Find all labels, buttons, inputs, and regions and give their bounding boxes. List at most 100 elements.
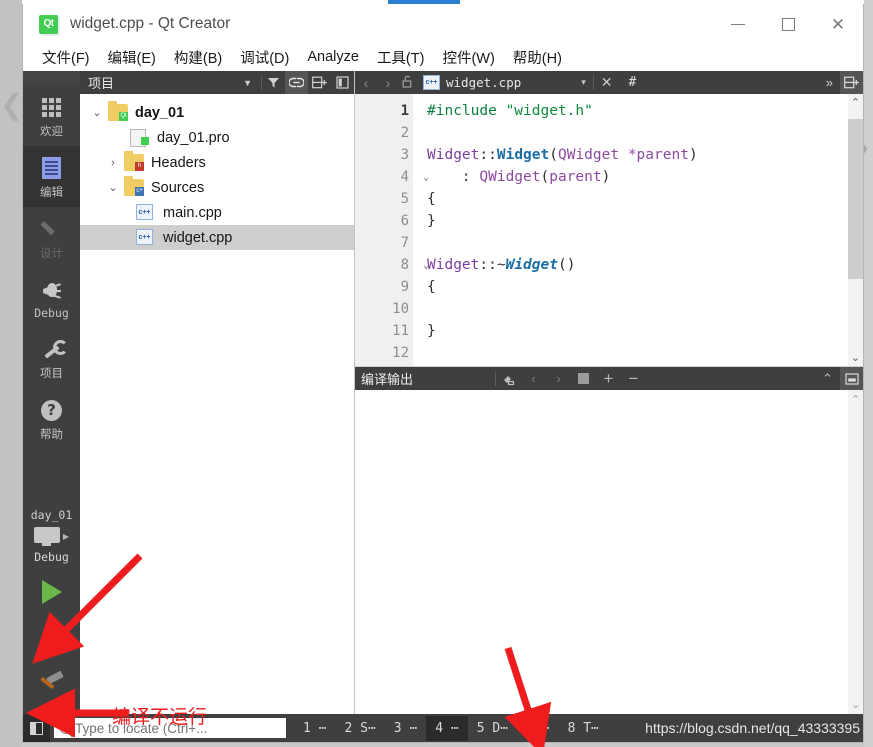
menu-debug[interactable]: 调试(D) [231, 45, 298, 70]
code-line[interactable] [427, 298, 863, 320]
mode-edit[interactable]: 编辑 [23, 146, 80, 207]
tree-item-label: main.cpp [163, 204, 222, 221]
scroll-track[interactable] [848, 111, 863, 349]
run-button[interactable] [23, 568, 80, 616]
menu-file[interactable]: 文件(F) [33, 45, 99, 70]
scroll-down-icon[interactable]: ⌄ [851, 698, 860, 711]
output-tab-3[interactable]: 3 ⋯ [385, 716, 426, 741]
unlock-icon[interactable] [399, 75, 417, 91]
mode-help[interactable]: ? 帮助 [23, 388, 80, 449]
tree-item-main-cpp[interactable]: c++ main.cpp [80, 200, 354, 225]
mode-design[interactable]: 设计 [23, 207, 80, 268]
qt-logo-icon: Qt [39, 14, 58, 34]
clear-icon[interactable] [496, 367, 521, 390]
scroll-up-icon[interactable]: ⌃ [851, 393, 860, 406]
split-add-icon[interactable] [308, 71, 331, 94]
desktop-left-arrow-icon: ❮ [0, 89, 24, 120]
code-token: { [427, 279, 436, 295]
menu-window[interactable]: 控件(W) [433, 45, 503, 70]
divider [592, 75, 594, 90]
editor-split-icon[interactable] [840, 71, 863, 94]
output-collapse-icon[interactable]: ⌃ [815, 367, 840, 390]
prev-icon[interactable]: ‹ [521, 367, 546, 390]
output-tab-1[interactable]: 1 ⋯ [294, 716, 335, 741]
fold-marker-icon[interactable]: ⌄ [423, 260, 429, 271]
output-scrollbar[interactable]: ⌃ ⌄ [848, 390, 863, 714]
editor-open-file[interactable]: c++ widget.cpp [417, 75, 527, 90]
output-maximize-icon[interactable] [840, 367, 863, 390]
editor-file-dropdown-icon[interactable]: ▾ [581, 77, 586, 88]
code-line[interactable]: Widget::~Widget() [427, 254, 863, 276]
code-line[interactable] [427, 122, 863, 144]
link-icon[interactable] [285, 71, 308, 94]
line-number: 11 [392, 323, 409, 339]
mode-welcome[interactable]: 欢迎 [23, 85, 80, 146]
scroll-down-icon[interactable]: ⌄ [848, 349, 863, 366]
menu-build[interactable]: 构建(B) [165, 45, 231, 70]
code-token: ) [688, 147, 698, 163]
compile-output-content[interactable]: ⌃ ⌄ [355, 390, 863, 714]
code-line[interactable]: { [427, 188, 863, 210]
code-line[interactable]: { [427, 276, 863, 298]
mode-projects-label: 项目 [40, 366, 63, 380]
start-debugging-button[interactable] [23, 616, 80, 660]
scroll-thumb[interactable] [848, 119, 863, 279]
mode-projects[interactable]: 项目 [23, 327, 80, 388]
editor-close-icon[interactable]: ✕ [601, 74, 613, 91]
output-tab-4[interactable]: 4 ⋯ [426, 715, 468, 741]
chevron-down-icon[interactable]: ▼ [243, 78, 261, 88]
minimize-icon [731, 23, 745, 25]
nav-forward-icon[interactable]: › [377, 75, 399, 91]
output-tab-2-search[interactable]: 2 S⋯ [335, 716, 384, 741]
nav-back-icon[interactable]: ‹ [355, 75, 377, 91]
kit-selector[interactable]: day_01 ▶ Debug [23, 508, 80, 568]
collapse-panel-icon[interactable] [331, 71, 354, 94]
minimize-button[interactable] [713, 4, 763, 44]
twisty-icon[interactable]: › [102, 157, 124, 169]
twisty-icon[interactable]: ⌄ [86, 106, 108, 119]
code-editor[interactable]: 1 2 3 4 ⌄ 5 6 7 8 ⌄ 9 10 11 12 #include "widget.h" Wi… [355, 94, 863, 367]
kit-project-name: day_01 [30, 508, 73, 522]
output-tab-6[interactable]: 6 ⋯ [517, 716, 558, 741]
sidebar-toggle-button[interactable] [23, 714, 50, 742]
tree-item-widget-cpp[interactable]: c++ widget.cpp [80, 225, 354, 250]
code-content[interactable]: #include "widget.h" Widget::Widget(QWidg… [413, 94, 863, 366]
fold-marker-icon[interactable]: ⌄ [423, 172, 429, 183]
code-line[interactable]: : QWidget(parent) [427, 166, 863, 188]
menu-edit[interactable]: 编辑(E) [99, 45, 165, 70]
code-line[interactable] [427, 232, 863, 254]
zoom-out-icon[interactable]: − [621, 367, 646, 390]
code-line[interactable]: } [427, 320, 863, 342]
editor-toolbar: ‹ › c++ widget.cpp ▾ ✕ # » [355, 71, 863, 94]
build-button[interactable] [23, 660, 80, 714]
maximize-button[interactable] [763, 4, 813, 44]
code-line[interactable]: #include "widget.h" [427, 100, 863, 122]
editor-vertical-scrollbar[interactable]: ⌃ ⌄ [848, 94, 863, 366]
menu-help[interactable]: 帮助(H) [504, 45, 571, 70]
kit-expand-arrow-icon: ▶ [62, 532, 70, 541]
tree-item-day01[interactable]: ⌄ Qt day_01 [80, 100, 354, 125]
editor-overflow-icon[interactable]: » [826, 75, 840, 90]
editor-symbol-selector[interactable]: # [629, 75, 637, 90]
twisty-icon[interactable]: ⌄ [102, 181, 124, 194]
zoom-in-icon[interactable]: + [596, 367, 621, 390]
close-button[interactable]: ✕ [813, 4, 863, 44]
menu-tools[interactable]: 工具(T) [368, 45, 434, 70]
bug-icon [23, 277, 80, 303]
code-line[interactable]: } [427, 210, 863, 232]
tree-item-headers[interactable]: › h Headers [80, 150, 354, 175]
mode-debug[interactable]: Debug [23, 268, 80, 327]
stop-icon[interactable] [571, 367, 596, 390]
tree-item-sources[interactable]: ⌄ c+ Sources [80, 175, 354, 200]
play-icon [41, 580, 62, 604]
next-icon[interactable]: › [546, 367, 571, 390]
output-tab-8-test[interactable]: 8 T⋯ [559, 716, 608, 741]
menu-analyze[interactable]: Analyze [298, 47, 368, 67]
code-line[interactable]: Widget::Widget(QWidget *parent) [427, 144, 863, 166]
output-tab-5-debug[interactable]: 5 D⋯ [468, 716, 517, 741]
scroll-up-icon[interactable]: ⌃ [848, 94, 863, 111]
line-number: 2 [400, 125, 409, 141]
tree-item-pro-file[interactable]: day_01.pro [80, 125, 354, 150]
filter-icon[interactable] [262, 71, 285, 94]
code-line[interactable] [427, 342, 863, 364]
